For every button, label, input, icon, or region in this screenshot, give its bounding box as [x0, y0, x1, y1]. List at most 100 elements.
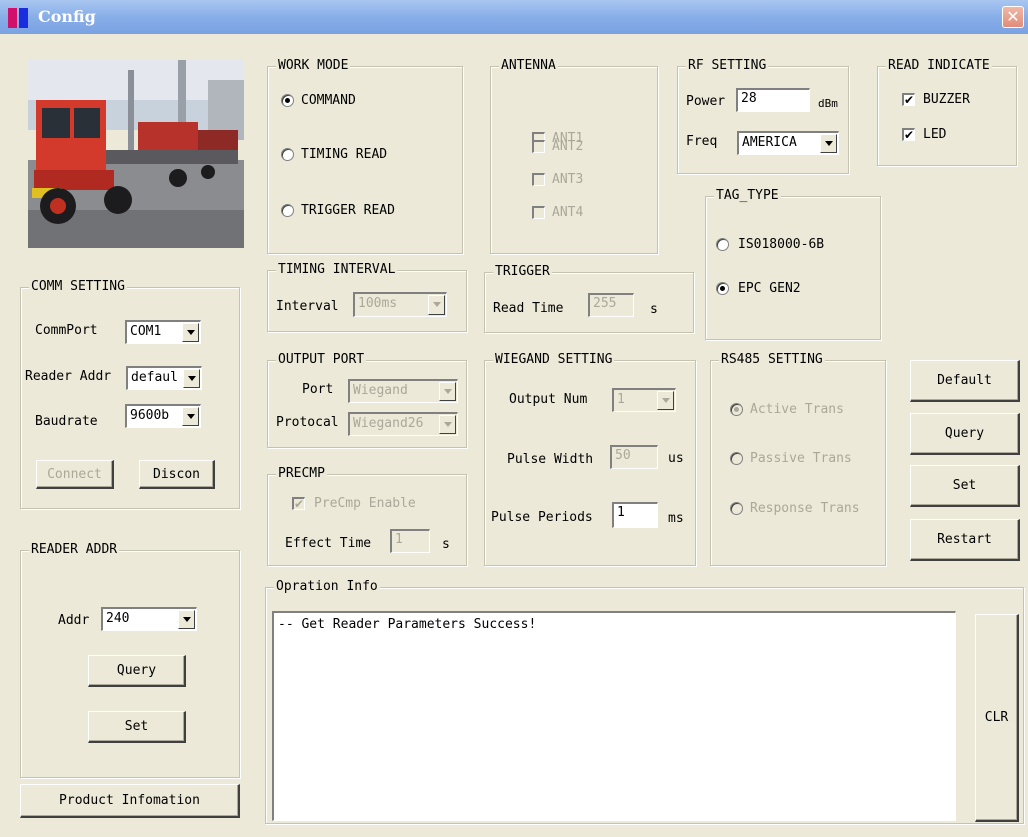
read-indicate-group: READ INDICATE	[877, 58, 1017, 166]
tag-epc-radio[interactable]	[716, 282, 729, 295]
rs485-passive-label: Passive Trans	[750, 451, 852, 466]
rs485-active-radio[interactable]	[730, 403, 743, 416]
restart-button[interactable]: Restart	[910, 519, 1020, 561]
rs485-response-label: Response Trans	[750, 501, 860, 516]
baudrate-label: Baudrate	[35, 414, 98, 429]
reader-addr-query-button[interactable]: Query	[88, 655, 186, 687]
clr-button[interactable]: CLR	[975, 614, 1019, 822]
ant4-checkbox[interactable]	[532, 206, 545, 219]
freq-label: Freq	[686, 134, 718, 149]
tag-iso-label: IS018000-6B	[738, 237, 825, 252]
comm-setting-legend: COMM SETTING	[29, 279, 127, 295]
tag-epc-label: EPC GEN2	[738, 281, 801, 296]
reader-addr-set-button[interactable]: Set	[88, 711, 186, 743]
buzzer-checkbox[interactable]: ✔	[902, 93, 915, 106]
freq-select[interactable]: AMERICA	[737, 131, 839, 155]
rf-setting-group: RF SETTING	[677, 58, 849, 174]
output-num-label: Output Num	[509, 392, 588, 407]
protocol-label: Protocal	[276, 415, 339, 430]
protocol-value: Wiegand26	[353, 416, 424, 431]
freq-value: AMERICA	[742, 135, 797, 150]
tag-type-legend: TAG_TYPE	[714, 188, 781, 204]
work-mode-command-label: COMMAND	[301, 93, 356, 108]
rs485-response-radio[interactable]	[730, 502, 743, 515]
effect-time-label: Effect Time	[285, 536, 372, 551]
output-num-value: 1	[617, 392, 625, 407]
reader-addr-select[interactable]: defaul	[126, 366, 202, 390]
ant3-label: ANT3	[552, 172, 584, 187]
work-mode-trigger-radio[interactable]	[281, 204, 294, 217]
title-bar: Config ✕	[0, 0, 1028, 34]
discon-button[interactable]: Discon	[139, 460, 215, 489]
rs485-passive-radio[interactable]	[730, 452, 743, 465]
query-button[interactable]: Query	[910, 413, 1020, 455]
antenna-legend: ANTENNA	[499, 58, 558, 74]
port-value: Wiegand	[353, 383, 408, 398]
read-indicate-legend: READ INDICATE	[886, 58, 992, 74]
power-unit: dBm	[818, 97, 838, 110]
chevron-down-icon[interactable]	[182, 323, 199, 342]
reader-addr-value: defaul	[131, 370, 178, 385]
interval-label: Interval	[276, 299, 339, 314]
baudrate-select[interactable]: 9600b	[125, 404, 201, 428]
operation-info-log[interactable]: -- Get Reader Parameters Success!	[272, 611, 956, 821]
ant2-checkbox[interactable]	[532, 140, 545, 153]
chevron-down-icon[interactable]	[820, 134, 837, 153]
work-mode-trigger-label: TRIGGER READ	[301, 203, 395, 218]
addr-select[interactable]: 240	[101, 607, 197, 631]
addr-value: 240	[106, 611, 130, 626]
protocol-select[interactable]: Wiegand26	[348, 412, 458, 436]
precmp-group: PRECMP	[267, 466, 467, 566]
work-mode-timing-radio[interactable]	[281, 148, 294, 161]
chevron-down-icon[interactable]	[428, 295, 445, 315]
pulse-width-input[interactable]: 50	[610, 445, 658, 469]
pulse-width-unit: us	[668, 451, 684, 466]
reader-addr-label: Reader Addr	[25, 369, 112, 384]
addr-label: Addr	[58, 613, 90, 628]
effect-time-input[interactable]: 1	[390, 529, 430, 553]
chevron-down-icon[interactable]	[439, 382, 456, 401]
commport-value: COM1	[130, 324, 162, 339]
tag-iso-radio[interactable]	[716, 238, 729, 251]
connect-button[interactable]: Connect	[36, 460, 114, 489]
window-title: Config	[38, 7, 96, 26]
rf-setting-legend: RF SETTING	[686, 58, 769, 74]
interval-select[interactable]: 100ms	[353, 292, 447, 317]
output-port-legend: OUTPUT PORT	[276, 352, 367, 368]
pulse-periods-input[interactable]: 1	[612, 502, 658, 528]
reader-addr-legend: READER ADDR	[29, 542, 120, 558]
rs485-setting-legend: RS485 SETTING	[719, 352, 825, 368]
power-input[interactable]: 28	[736, 88, 810, 112]
read-time-input[interactable]: 255	[588, 293, 634, 317]
ant4-label: ANT4	[552, 205, 584, 220]
close-button[interactable]: ✕	[1002, 6, 1024, 28]
led-label: LED	[923, 127, 947, 142]
default-button[interactable]: Default	[910, 360, 1020, 402]
port-select[interactable]: Wiegand	[348, 379, 458, 403]
set-button[interactable]: Set	[910, 465, 1020, 507]
timing-interval-legend: TIMING INTERVAL	[276, 262, 398, 278]
commport-select[interactable]: COM1	[125, 320, 201, 344]
chevron-down-icon[interactable]	[183, 369, 200, 388]
work-mode-command-radio[interactable]	[281, 94, 294, 107]
chevron-down-icon[interactable]	[178, 610, 195, 629]
ant3-checkbox[interactable]	[532, 173, 545, 186]
read-time-label: Read Time	[493, 301, 564, 316]
output-num-select[interactable]: 1	[612, 388, 676, 412]
interval-value: 100ms	[358, 296, 398, 311]
ant2-label: ANT2	[552, 139, 584, 154]
buzzer-label: BUZZER	[923, 92, 970, 107]
chevron-down-icon[interactable]	[182, 407, 199, 426]
product-info-button[interactable]: Product Infomation	[20, 784, 240, 818]
led-checkbox[interactable]: ✔	[902, 128, 915, 141]
precmp-enable-checkbox[interactable]: ✔	[292, 497, 305, 510]
wiegand-setting-legend: WIEGAND SETTING	[493, 352, 615, 368]
port-label: Port	[302, 382, 334, 397]
read-time-unit: s	[650, 302, 658, 317]
chevron-down-icon[interactable]	[657, 391, 674, 410]
trigger-legend: TRIGGER	[493, 264, 552, 280]
chevron-down-icon[interactable]	[439, 415, 456, 434]
effect-time-unit: s	[442, 537, 450, 552]
pulse-periods-unit: ms	[668, 511, 684, 526]
baudrate-value: 9600b	[130, 408, 170, 423]
